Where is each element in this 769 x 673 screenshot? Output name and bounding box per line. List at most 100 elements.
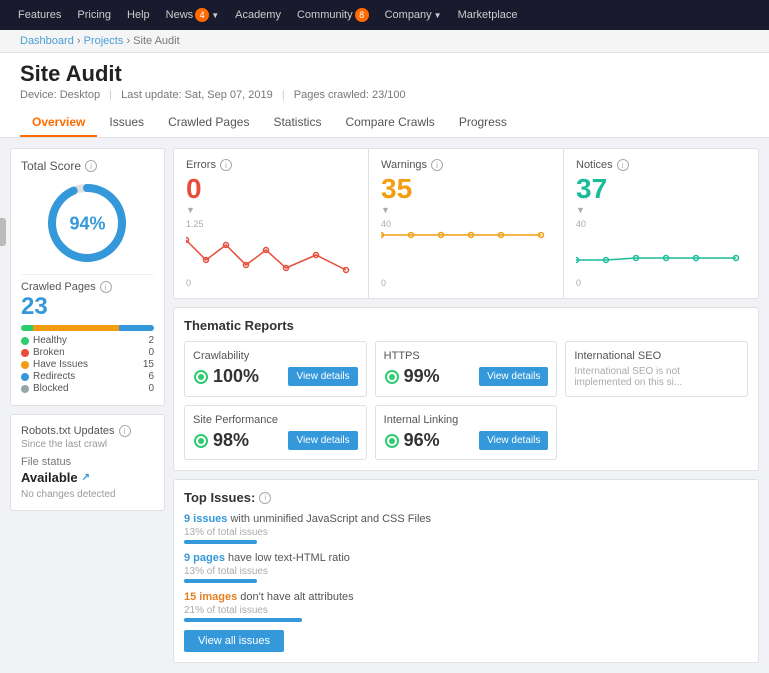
- top-issues-info-icon[interactable]: i: [259, 492, 271, 504]
- crawled-title: Crawled Pages: [21, 281, 96, 293]
- tabs: Overview Issues Crawled Pages Statistics…: [20, 109, 749, 137]
- left-panel: Total Score i 94% Crawled Pages: [10, 148, 165, 663]
- main-content: Total Score i 94% Crawled Pages: [0, 138, 769, 673]
- top-issues-section: Top Issues: i 9 issues with unminified J…: [173, 479, 759, 663]
- score-info-icon[interactable]: i: [85, 160, 97, 172]
- report-https: HTTPS 99% View details: [375, 341, 558, 397]
- nav-pricing[interactable]: Pricing: [69, 9, 119, 21]
- issue-1-bar: [184, 540, 257, 544]
- legend-blocked: Blocked 0: [21, 383, 154, 394]
- page-title: Site Audit: [20, 61, 749, 87]
- tab-overview[interactable]: Overview: [20, 109, 97, 137]
- https-view-details[interactable]: View details: [479, 367, 548, 386]
- errors-line-chart: [186, 230, 356, 275]
- errors-info-icon[interactable]: i: [220, 159, 232, 171]
- issue-3-prefix: 15 images: [184, 591, 237, 603]
- breadcrumb: Dashboard › Projects › Site Audit: [0, 30, 769, 53]
- score-title: Total Score i: [21, 159, 154, 173]
- crawlability-circle-icon: [193, 369, 209, 385]
- warnings-chart: 40 0: [381, 219, 551, 288]
- tab-progress[interactable]: Progress: [447, 109, 519, 137]
- score-circle-container: 94%: [21, 181, 154, 266]
- nav-marketplace[interactable]: Marketplace: [450, 9, 526, 21]
- site-perf-view-details[interactable]: View details: [288, 431, 357, 450]
- https-name: HTTPS: [384, 350, 549, 362]
- score-value: 94%: [69, 213, 105, 234]
- site-perf-name: Site Performance: [193, 414, 358, 426]
- view-all-issues-button[interactable]: View all issues: [184, 630, 284, 652]
- crawlability-view-details[interactable]: View details: [288, 367, 357, 386]
- nav-community[interactable]: Community 8: [289, 8, 377, 22]
- warnings-value: 35: [381, 173, 551, 205]
- top-issues-title: Top Issues:: [184, 490, 255, 505]
- pages-crawled: Pages crawled: 23/100: [294, 89, 406, 101]
- notices-line-chart: [576, 230, 746, 275]
- intl-seo-name: International SEO: [574, 350, 739, 362]
- page-header: Site Audit Device: Desktop | Last update…: [0, 53, 769, 138]
- nav-news[interactable]: News 4 ▼: [158, 8, 227, 22]
- notices-metric: Notices i 37 ▼ 40: [564, 149, 758, 298]
- crawled-info-icon[interactable]: i: [100, 281, 112, 293]
- issue-2-prefix: 9 pages: [184, 552, 225, 564]
- site-perf-score: 98%: [213, 430, 249, 451]
- device-label: Device: Desktop: [20, 89, 100, 101]
- robots-status: Available ↗: [21, 470, 154, 485]
- warnings-info-icon[interactable]: i: [431, 159, 443, 171]
- last-update: Last update: Sat, Sep 07, 2019: [121, 89, 273, 101]
- issue-item-3: 15 images don't have alt attributes 21% …: [184, 591, 748, 622]
- crawled-section: Crawled Pages i 23 Healthy: [21, 274, 154, 394]
- intl-seo-note: International SEO is not implemented on …: [574, 366, 739, 388]
- errors-value: 0: [186, 173, 356, 205]
- errors-label: Errors: [186, 159, 216, 171]
- issue-1-pct: 13% of total issues: [184, 527, 748, 538]
- internal-linking-circle-icon: [384, 433, 400, 449]
- news-badge: 4: [195, 8, 209, 22]
- internal-linking-view-details[interactable]: View details: [479, 431, 548, 450]
- robots-link-icon[interactable]: ↗: [82, 472, 90, 483]
- internal-linking-name: Internal Linking: [384, 414, 549, 426]
- warnings-metric: Warnings i 35 ▼ 40: [369, 149, 564, 298]
- warnings-label: Warnings: [381, 159, 427, 171]
- robots-info-icon[interactable]: i: [119, 425, 131, 437]
- notices-label: Notices: [576, 159, 613, 171]
- robots-card: Robots.txt Updates i Since the last craw…: [10, 414, 165, 511]
- site-perf-circle-icon: [193, 433, 209, 449]
- score-card: Total Score i 94% Crawled Pages: [10, 148, 165, 406]
- tab-crawled-pages[interactable]: Crawled Pages: [156, 109, 261, 137]
- reports-grid: Crawlability 100% View details HTTPS: [184, 341, 748, 460]
- nav-features[interactable]: Features: [10, 9, 69, 21]
- notices-info-icon[interactable]: i: [617, 159, 629, 171]
- issue-1-prefix: 9 issues: [184, 513, 227, 525]
- tab-statistics[interactable]: Statistics: [261, 109, 333, 137]
- report-internal-linking: Internal Linking 96% View details: [375, 405, 558, 460]
- errors-metric: Errors i 0 ▼ 1.25: [174, 149, 369, 298]
- https-score: 99%: [404, 366, 440, 387]
- crawled-number: 23: [21, 293, 154, 321]
- notices-chart: 40 0: [576, 219, 746, 288]
- legend-broken: Broken 0: [21, 347, 154, 358]
- nav-help[interactable]: Help: [119, 9, 158, 21]
- notices-value: 37: [576, 173, 746, 205]
- crawlability-name: Crawlability: [193, 350, 358, 362]
- errors-chart: 1.25 0: [186, 219, 356, 288]
- issue-item-1: 9 issues with unminified JavaScript and …: [184, 513, 748, 544]
- top-nav: Features Pricing Help News 4 ▼ Academy C…: [0, 0, 769, 30]
- community-badge: 8: [355, 8, 369, 22]
- internal-linking-score: 96%: [404, 430, 440, 451]
- issue-3-bar: [184, 618, 302, 622]
- thematic-reports-title: Thematic Reports: [184, 318, 748, 333]
- robots-title: Robots.txt Updates i: [21, 425, 154, 437]
- nav-academy[interactable]: Academy: [227, 9, 289, 21]
- nav-company[interactable]: Company ▼: [377, 9, 450, 21]
- thematic-reports-section: Thematic Reports Crawlability 100% View …: [173, 307, 759, 471]
- breadcrumb-dashboard[interactable]: Dashboard: [20, 35, 74, 47]
- tab-compare-crawls[interactable]: Compare Crawls: [333, 109, 446, 137]
- report-international-seo: International SEO International SEO is n…: [565, 341, 748, 397]
- sidebar-toggle[interactable]: [0, 218, 6, 246]
- issue-item-2: 9 pages have low text-HTML ratio 13% of …: [184, 552, 748, 583]
- warnings-line-chart: [381, 230, 551, 275]
- report-crawlability: Crawlability 100% View details: [184, 341, 367, 397]
- breadcrumb-projects[interactable]: Projects: [84, 35, 124, 47]
- tab-issues[interactable]: Issues: [97, 109, 156, 137]
- right-panel: Errors i 0 ▼ 1.25: [173, 148, 759, 663]
